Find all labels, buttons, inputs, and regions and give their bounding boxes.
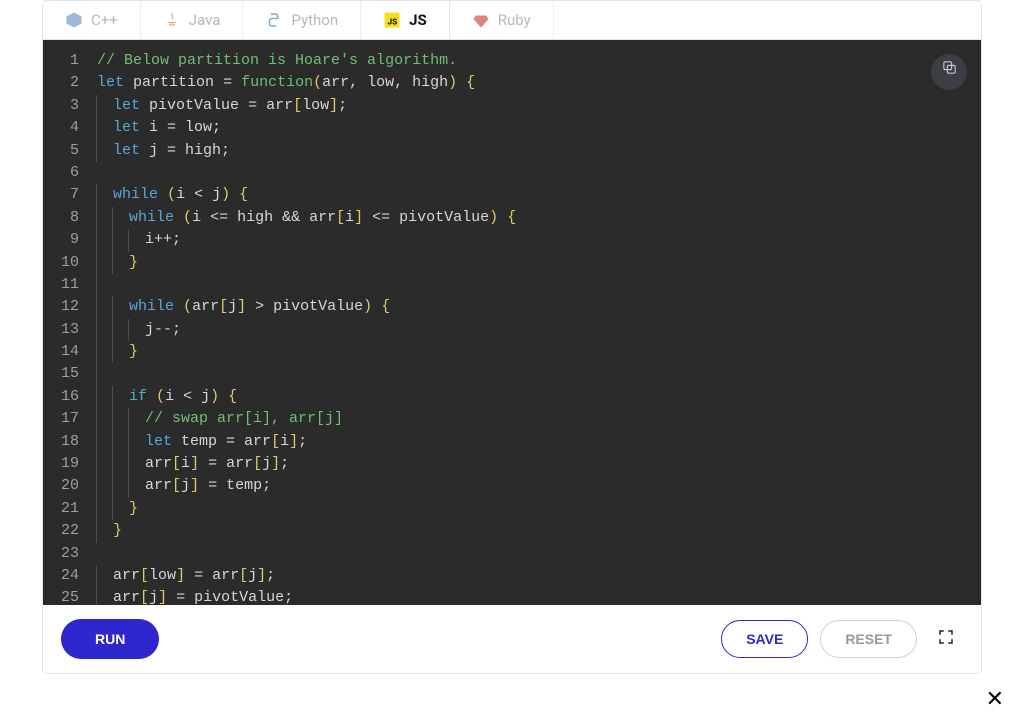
- cpp-icon: [65, 11, 83, 29]
- fullscreen-button[interactable]: [929, 622, 963, 656]
- line-number: 13: [61, 319, 79, 341]
- js-icon: JS: [383, 11, 401, 29]
- line-number: 17: [61, 408, 79, 430]
- code-line[interactable]: }: [97, 341, 981, 363]
- line-number: 6: [61, 162, 79, 184]
- line-number: 4: [61, 117, 79, 139]
- code-line[interactable]: arr[j] = pivotValue;: [97, 587, 981, 605]
- line-number: 3: [61, 95, 79, 117]
- code-line[interactable]: arr[j] = temp;: [97, 475, 981, 497]
- line-number: 1: [61, 50, 79, 72]
- python-icon: [265, 11, 283, 29]
- code-line[interactable]: while (arr[j] > pivotValue) {: [97, 296, 981, 318]
- code-line[interactable]: }: [97, 520, 981, 542]
- code-line[interactable]: let partition = function(arr, low, high)…: [97, 72, 981, 94]
- line-number: 7: [61, 184, 79, 206]
- code-line[interactable]: }: [97, 252, 981, 274]
- line-number: 8: [61, 207, 79, 229]
- code-content[interactable]: // Below partition is Hoare's algorithm.…: [89, 40, 981, 605]
- close-button[interactable]: ✕: [986, 687, 1004, 712]
- line-number: 24: [61, 565, 79, 587]
- copy-icon: [941, 59, 958, 84]
- line-number: 21: [61, 498, 79, 520]
- line-number: 12: [61, 296, 79, 318]
- code-line[interactable]: arr[i] = arr[j];: [97, 453, 981, 475]
- code-line[interactable]: }: [97, 498, 981, 520]
- language-tabs: C++ Java Python JS JS Ruby: [43, 1, 981, 40]
- tab-label: Java: [189, 11, 221, 29]
- line-number: 25: [61, 587, 79, 605]
- code-line[interactable]: i++;: [97, 229, 981, 251]
- tab-ruby[interactable]: Ruby: [450, 1, 554, 39]
- code-editor[interactable]: 1234567891011121314151617181920212223242…: [43, 40, 981, 605]
- code-line[interactable]: [97, 543, 981, 565]
- close-icon: ✕: [986, 687, 1004, 712]
- code-line[interactable]: let i = low;: [97, 117, 981, 139]
- code-line[interactable]: let temp = arr[i];: [97, 431, 981, 453]
- tab-java[interactable]: Java: [141, 1, 244, 39]
- code-line[interactable]: while (i <= high && arr[i] <= pivotValue…: [97, 207, 981, 229]
- line-number: 2: [61, 72, 79, 94]
- line-number: 19: [61, 453, 79, 475]
- line-number: 18: [61, 431, 79, 453]
- code-line[interactable]: // Below partition is Hoare's algorithm.: [97, 50, 981, 72]
- code-runner-panel: C++ Java Python JS JS Ruby 12: [42, 0, 982, 674]
- reset-button[interactable]: RESET: [820, 620, 917, 658]
- code-line[interactable]: while (i < j) {: [97, 184, 981, 206]
- editor-footer: RUN SAVE RESET: [43, 605, 981, 673]
- line-number: 11: [61, 274, 79, 296]
- java-icon: [163, 11, 181, 29]
- code-line[interactable]: // swap arr[i], arr[j]: [97, 408, 981, 430]
- line-number-gutter: 1234567891011121314151617181920212223242…: [43, 40, 89, 605]
- tab-label: Ruby: [498, 11, 531, 29]
- tab-label: C++: [91, 11, 118, 29]
- line-number: 14: [61, 341, 79, 363]
- tab-label: JS: [409, 11, 427, 29]
- tab-python[interactable]: Python: [243, 1, 361, 39]
- copy-button[interactable]: [931, 54, 967, 90]
- line-number: 20: [61, 475, 79, 497]
- line-number: 22: [61, 520, 79, 542]
- code-line[interactable]: [97, 162, 981, 184]
- line-number: 10: [61, 252, 79, 274]
- tab-js[interactable]: JS JS: [361, 1, 450, 39]
- line-number: 16: [61, 386, 79, 408]
- code-line[interactable]: if (i < j) {: [97, 386, 981, 408]
- svg-text:JS: JS: [388, 18, 398, 28]
- code-line[interactable]: j--;: [97, 319, 981, 341]
- save-button[interactable]: SAVE: [721, 620, 808, 658]
- line-number: 15: [61, 363, 79, 385]
- line-number: 5: [61, 140, 79, 162]
- line-number: 23: [61, 543, 79, 565]
- fullscreen-icon: [937, 628, 955, 650]
- tab-cpp[interactable]: C++: [43, 1, 141, 39]
- run-button[interactable]: RUN: [61, 619, 159, 659]
- line-number: 9: [61, 229, 79, 251]
- code-line[interactable]: [97, 363, 981, 385]
- code-line[interactable]: [97, 274, 981, 296]
- code-line[interactable]: let j = high;: [97, 140, 981, 162]
- code-line[interactable]: let pivotValue = arr[low];: [97, 95, 981, 117]
- tab-label: Python: [291, 11, 338, 29]
- code-line[interactable]: arr[low] = arr[j];: [97, 565, 981, 587]
- ruby-icon: [472, 11, 490, 29]
